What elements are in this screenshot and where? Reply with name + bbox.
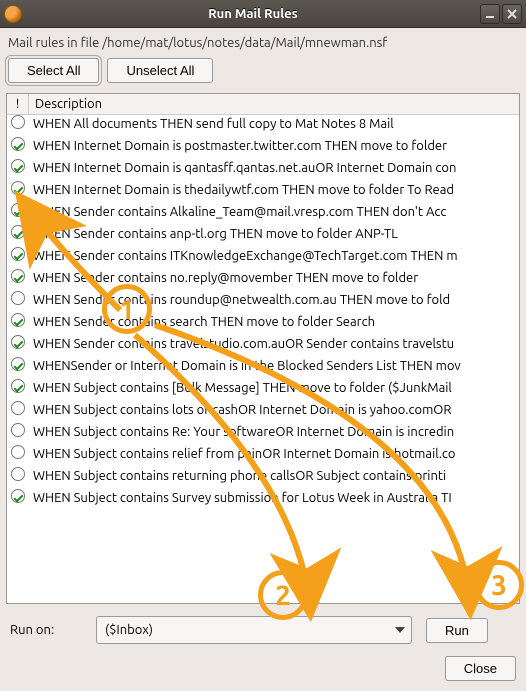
rule-checkbox[interactable] — [11, 291, 25, 305]
rule-checkbox-cell[interactable] — [7, 335, 29, 349]
rule-row[interactable]: WHEN Subject contains lots of cashOR Int… — [7, 401, 519, 423]
run-on-row: Run on: ($Inbox) Run — [6, 608, 520, 646]
rule-checkbox-cell[interactable] — [7, 423, 29, 437]
rule-row[interactable]: WHEN Sender contains anp-tl.org THEN mov… — [7, 225, 519, 247]
rule-row[interactable]: WHENSender or Internet Domain is in the … — [7, 357, 519, 379]
run-on-label: Run on: — [10, 623, 82, 637]
rule-description: WHEN All documents THEN send full copy t… — [29, 115, 519, 131]
rule-description: WHEN Subject contains relief from painOR… — [29, 445, 519, 461]
rule-row[interactable]: WHEN Internet Domain is qantasff.qantas.… — [7, 159, 519, 181]
rule-checkbox[interactable] — [11, 247, 25, 261]
chevron-down-icon — [395, 627, 405, 633]
rule-checkbox-cell[interactable] — [7, 379, 29, 393]
rule-checkbox[interactable] — [11, 445, 25, 459]
close-button[interactable]: Close — [445, 656, 516, 681]
close-window-button[interactable] — [502, 4, 522, 24]
rule-checkbox[interactable] — [11, 467, 25, 481]
rule-checkbox-cell[interactable] — [7, 225, 29, 239]
annotation-step-3: 3 — [474, 560, 524, 610]
rule-row[interactable]: WHEN Internet Domain is postmaster.twitt… — [7, 137, 519, 159]
rule-row[interactable]: WHEN Sender contains Alkaline_Team@mail.… — [7, 203, 519, 225]
rule-checkbox-cell[interactable] — [7, 357, 29, 371]
rule-row[interactable]: WHEN All documents THEN send full copy t… — [7, 115, 519, 137]
rule-description: WHEN Internet Domain is qantasff.qantas.… — [29, 159, 519, 175]
rule-row[interactable]: WHEN Subject contains returning phone ca… — [7, 467, 519, 489]
rule-checkbox-cell[interactable] — [7, 159, 29, 173]
selection-button-row: Select All Unselect All — [8, 58, 520, 83]
rule-checkbox-cell[interactable] — [7, 313, 29, 327]
rule-description: WHEN Sender contains travelstudio.com.au… — [29, 335, 519, 351]
rule-checkbox[interactable] — [11, 489, 25, 503]
rule-row[interactable]: WHEN Sender contains ITKnowledgeExchange… — [7, 247, 519, 269]
rule-row[interactable]: WHEN Subject contains Re: Your softwareO… — [7, 423, 519, 445]
run-on-dropdown[interactable]: ($Inbox) — [96, 616, 412, 644]
rule-checkbox-cell[interactable] — [7, 489, 29, 503]
rule-row[interactable]: WHEN Subject contains relief from painOR… — [7, 445, 519, 467]
rule-checkbox-cell[interactable] — [7, 291, 29, 305]
rules-list-box: ! Description WHEN All documents THEN se… — [6, 93, 520, 604]
rule-description: WHEN Sender contains ITKnowledgeExchange… — [29, 247, 519, 263]
annotation-step-1: 1 — [102, 284, 152, 334]
rules-list: WHEN All documents THEN send full copy t… — [7, 115, 519, 603]
run-on-value: ($Inbox) — [105, 623, 153, 637]
rule-checkbox-cell[interactable] — [7, 181, 29, 195]
mail-rules-path: Mail rules in file /home/mat/lotus/notes… — [6, 34, 520, 50]
rule-row[interactable]: WHEN Subject contains [Bulk Message] THE… — [7, 379, 519, 401]
rule-description: WHEN Subject contains returning phone ca… — [29, 467, 519, 483]
rule-checkbox-cell[interactable] — [7, 445, 29, 459]
rule-checkbox-cell[interactable] — [7, 115, 29, 129]
rule-checkbox[interactable] — [11, 181, 25, 195]
title-bar: Run Mail Rules — [0, 0, 526, 28]
minimize-button[interactable] — [480, 4, 500, 24]
rule-checkbox[interactable] — [11, 115, 25, 129]
rule-row[interactable]: WHEN Internet Domain is thedailywtf.com … — [7, 181, 519, 203]
rule-checkbox[interactable] — [11, 225, 25, 239]
rule-checkbox-cell[interactable] — [7, 467, 29, 481]
rule-row[interactable]: WHEN Sender contains travelstudio.com.au… — [7, 335, 519, 357]
rule-description: WHEN Internet Domain is thedailywtf.com … — [29, 181, 519, 197]
rule-row[interactable]: WHEN Sender contains no.reply@movember T… — [7, 269, 519, 291]
annotation-step-2: 2 — [258, 570, 308, 620]
rule-checkbox-cell[interactable] — [7, 247, 29, 261]
rule-checkbox[interactable] — [11, 401, 25, 415]
rule-description: WHEN Sender contains anp-tl.org THEN mov… — [29, 225, 519, 241]
rule-checkbox[interactable] — [11, 159, 25, 173]
rule-description: WHEN Sender contains Alkaline_Team@mail.… — [29, 203, 519, 219]
column-header-checkbox[interactable]: ! — [7, 94, 29, 114]
rule-checkbox-cell[interactable] — [7, 203, 29, 217]
rule-description: WHEN Subject contains Re: Your softwareO… — [29, 423, 519, 439]
rule-checkbox[interactable] — [11, 313, 25, 327]
rule-checkbox-cell[interactable] — [7, 137, 29, 151]
rule-checkbox-cell[interactable] — [7, 269, 29, 283]
rule-checkbox[interactable] — [11, 269, 25, 283]
rule-description: WHEN Internet Domain is postmaster.twitt… — [29, 137, 519, 153]
rule-checkbox[interactable] — [11, 203, 25, 217]
column-header-description[interactable]: Description — [29, 94, 519, 114]
unselect-all-button[interactable]: Unselect All — [107, 58, 213, 83]
select-all-button[interactable]: Select All — [8, 58, 99, 83]
rule-description: WHEN Sender contains no.reply@movember T… — [29, 269, 519, 285]
bottom-row: Close — [6, 650, 520, 683]
rule-description: WHEN Subject contains [Bulk Message] THE… — [29, 379, 519, 395]
rule-checkbox-cell[interactable] — [7, 401, 29, 415]
rule-checkbox[interactable] — [11, 423, 25, 437]
rule-description: WHEN Subject contains lots of cashOR Int… — [29, 401, 519, 417]
rule-checkbox[interactable] — [11, 357, 25, 371]
rule-checkbox[interactable] — [11, 335, 25, 349]
rule-row[interactable]: WHEN Subject contains Survey submission … — [7, 489, 519, 511]
rule-description: WHEN Subject contains Survey submission … — [29, 489, 519, 505]
rule-row[interactable]: WHEN Sender contains search THEN move to… — [7, 313, 519, 335]
app-icon — [4, 5, 22, 23]
rule-checkbox[interactable] — [11, 379, 25, 393]
rule-description: WHENSender or Internet Domain is in the … — [29, 357, 519, 373]
window-title: Run Mail Rules — [28, 7, 478, 21]
rule-row[interactable]: WHEN Sender contains roundup@netwealth.c… — [7, 291, 519, 313]
rules-header: ! Description — [7, 94, 519, 115]
run-button[interactable]: Run — [426, 618, 488, 643]
rule-checkbox[interactable] — [11, 137, 25, 151]
